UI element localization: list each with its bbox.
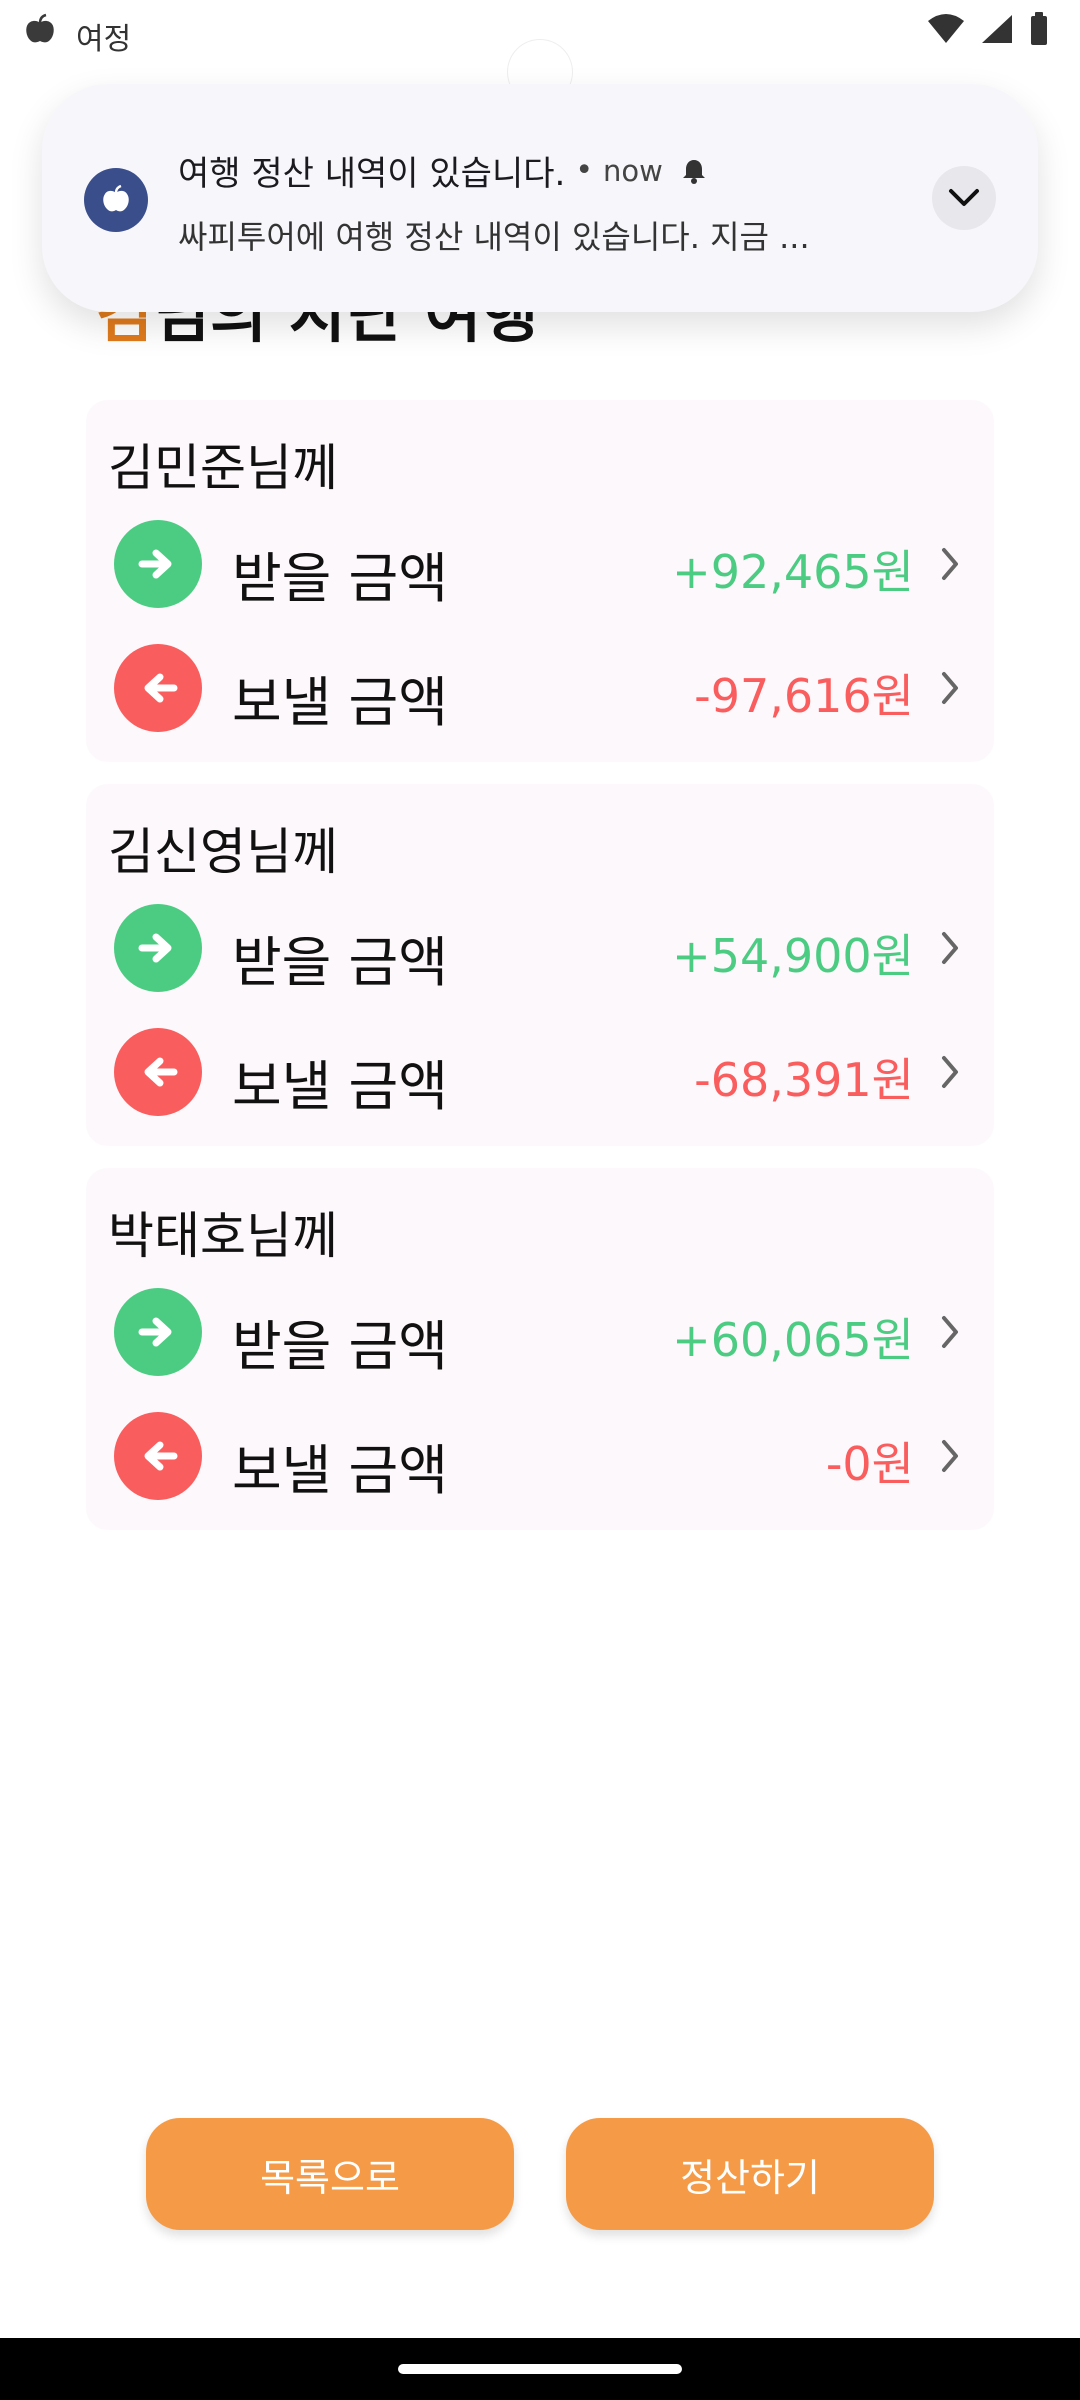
app-apple-icon — [26, 13, 54, 43]
send-amount-row[interactable]: 보낼 금액 -68,391원 — [86, 1022, 994, 1122]
notification-body: 싸피투어에 여행 정산 내역이 있습니다. 지금 ... — [178, 218, 810, 256]
notification-separator: • — [575, 153, 594, 188]
receive-amount-row[interactable]: 받을 금액 +54,900원 — [86, 898, 994, 998]
receive-amount: +54,900원 — [672, 929, 914, 983]
chevron-right-icon — [942, 932, 958, 964]
chevron-right-icon — [942, 548, 958, 580]
settle-button[interactable]: 정산하기 — [566, 2118, 934, 2230]
chevron-right-icon — [942, 1056, 958, 1088]
arrow-right-icon — [114, 1288, 202, 1376]
chevron-right-icon — [942, 672, 958, 704]
receive-label: 받을 금액 — [232, 1315, 448, 1378]
bell-icon — [682, 159, 705, 184]
receive-label: 받을 금액 — [232, 931, 448, 994]
settlement-card: 김신영님께 받을 금액 +54,900원 보낼 금액 -68,391원 — [86, 784, 994, 1146]
arrow-left-icon — [114, 1412, 202, 1500]
card-person-name: 김민준님께 — [108, 439, 338, 497]
receive-amount: +92,465원 — [672, 545, 914, 599]
receive-amount-row[interactable]: 받을 금액 +60,065원 — [86, 1282, 994, 1382]
wifi-icon — [928, 14, 964, 43]
status-app-label: 여정 — [76, 22, 132, 57]
settlement-card: 김민준님께 받을 금액 +92,465원 보낼 금액 -97,616원 — [86, 400, 994, 762]
card-person-name: 김신영님께 — [108, 823, 338, 881]
home-indicator[interactable] — [398, 2364, 682, 2374]
settlement-notification[interactable]: 여행 정산 내역이 있습니다. • now 싸피투어에 여행 정산 내역이 있습… — [42, 84, 1038, 312]
settlement-card: 박태호님께 받을 금액 +60,065원 보낼 금액 -0원 — [86, 1168, 994, 1530]
notification-app-icon — [84, 168, 148, 232]
navigation-bar — [0, 2338, 1080, 2400]
card-person-name: 박태호님께 — [108, 1207, 338, 1265]
send-amount-row[interactable]: 보낼 금액 -0원 — [86, 1406, 994, 1506]
receive-amount: +60,065원 — [672, 1313, 914, 1367]
arrow-left-icon — [114, 644, 202, 732]
notification-time: now — [603, 153, 663, 188]
back-to-list-button[interactable]: 목록으로 — [146, 2118, 514, 2230]
receive-label: 받을 금액 — [232, 547, 448, 610]
send-amount: -68,391원 — [694, 1053, 914, 1107]
apple-icon — [103, 184, 129, 212]
arrow-right-icon — [114, 520, 202, 608]
send-label: 보낼 금액 — [232, 1055, 448, 1118]
send-amount: -97,616원 — [694, 669, 914, 723]
arrow-right-icon — [114, 904, 202, 992]
send-amount: -0원 — [825, 1437, 914, 1491]
send-amount-row[interactable]: 보낼 금액 -97,616원 — [86, 638, 994, 738]
battery-icon — [1031, 12, 1047, 45]
chevron-right-icon — [942, 1316, 958, 1348]
chevron-right-icon — [942, 1440, 958, 1472]
chevron-down-icon — [949, 189, 979, 206]
receive-amount-row[interactable]: 받을 금액 +92,465원 — [86, 514, 994, 614]
arrow-left-icon — [114, 1028, 202, 1116]
send-label: 보낼 금액 — [232, 1439, 448, 1502]
notification-title: 여행 정산 내역이 있습니다. — [178, 154, 566, 194]
send-label: 보낼 금액 — [232, 671, 448, 734]
notification-expand-button[interactable] — [932, 166, 996, 230]
cellular-signal-icon — [982, 15, 1012, 43]
